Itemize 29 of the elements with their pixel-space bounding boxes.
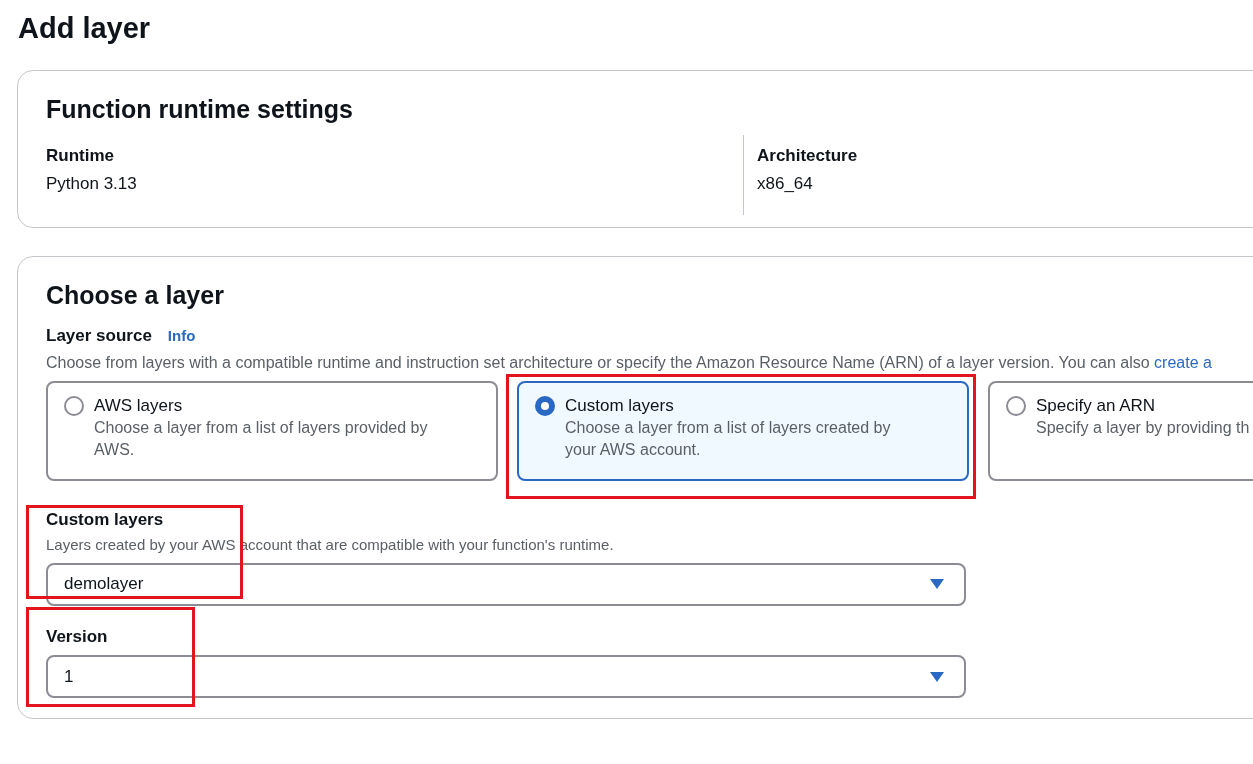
version-select[interactable]: 1 <box>46 655 966 698</box>
field-description: Choose from layers with a compatible runtime and instruction set architecture or specify the Amazon Resource Name (ARN) of a layer version. You can also create a <box>46 352 1213 373</box>
option-description: Specify a layer by providing th <box>1036 417 1251 438</box>
field-label: Custom layers <box>46 508 165 531</box>
radio-button[interactable] <box>535 395 555 416</box>
create-link[interactable]: create a <box>1154 353 1212 371</box>
caret-down-icon <box>930 671 944 682</box>
option-title: Custom layers <box>565 394 675 417</box>
field-label: Runtime <box>46 145 115 167</box>
option-title: Specify an ARN <box>1036 394 1157 417</box>
field-value: Python 3.13 <box>46 172 138 195</box>
field-label: Version <box>46 625 109 648</box>
layer-source-option[interactable]: Specify an ARN Specify a layer by providing th <box>988 380 1253 481</box>
option-description: Choose a layer from a list of layers provided by AWS. <box>94 417 429 460</box>
radio-button[interactable] <box>64 395 84 416</box>
field-value: x86_64 <box>757 172 814 195</box>
card-title: Function runtime settings <box>46 94 354 125</box>
layer-source-option[interactable]: AWS layers Choose a layer from a list of layers provided by AWS. <box>46 380 498 481</box>
info-link[interactable]: Info <box>167 324 196 347</box>
radio-button[interactable] <box>1006 395 1026 416</box>
caret-down-icon <box>930 579 944 589</box>
field-label: Layer source <box>46 325 152 347</box>
option-title: AWS layers <box>94 394 184 417</box>
custom-layers-select[interactable]: demolayer <box>46 562 966 606</box>
page-title: Add layer <box>17 11 152 46</box>
option-description: Choose a layer from a list of layers created by your AWS account. <box>565 417 892 460</box>
field-label: Architecture <box>757 145 858 167</box>
card-title: Choose a layer <box>46 280 225 311</box>
layer-source-option[interactable]: Custom layers Choose a layer from a list of layers created by your AWS account. <box>517 380 969 481</box>
